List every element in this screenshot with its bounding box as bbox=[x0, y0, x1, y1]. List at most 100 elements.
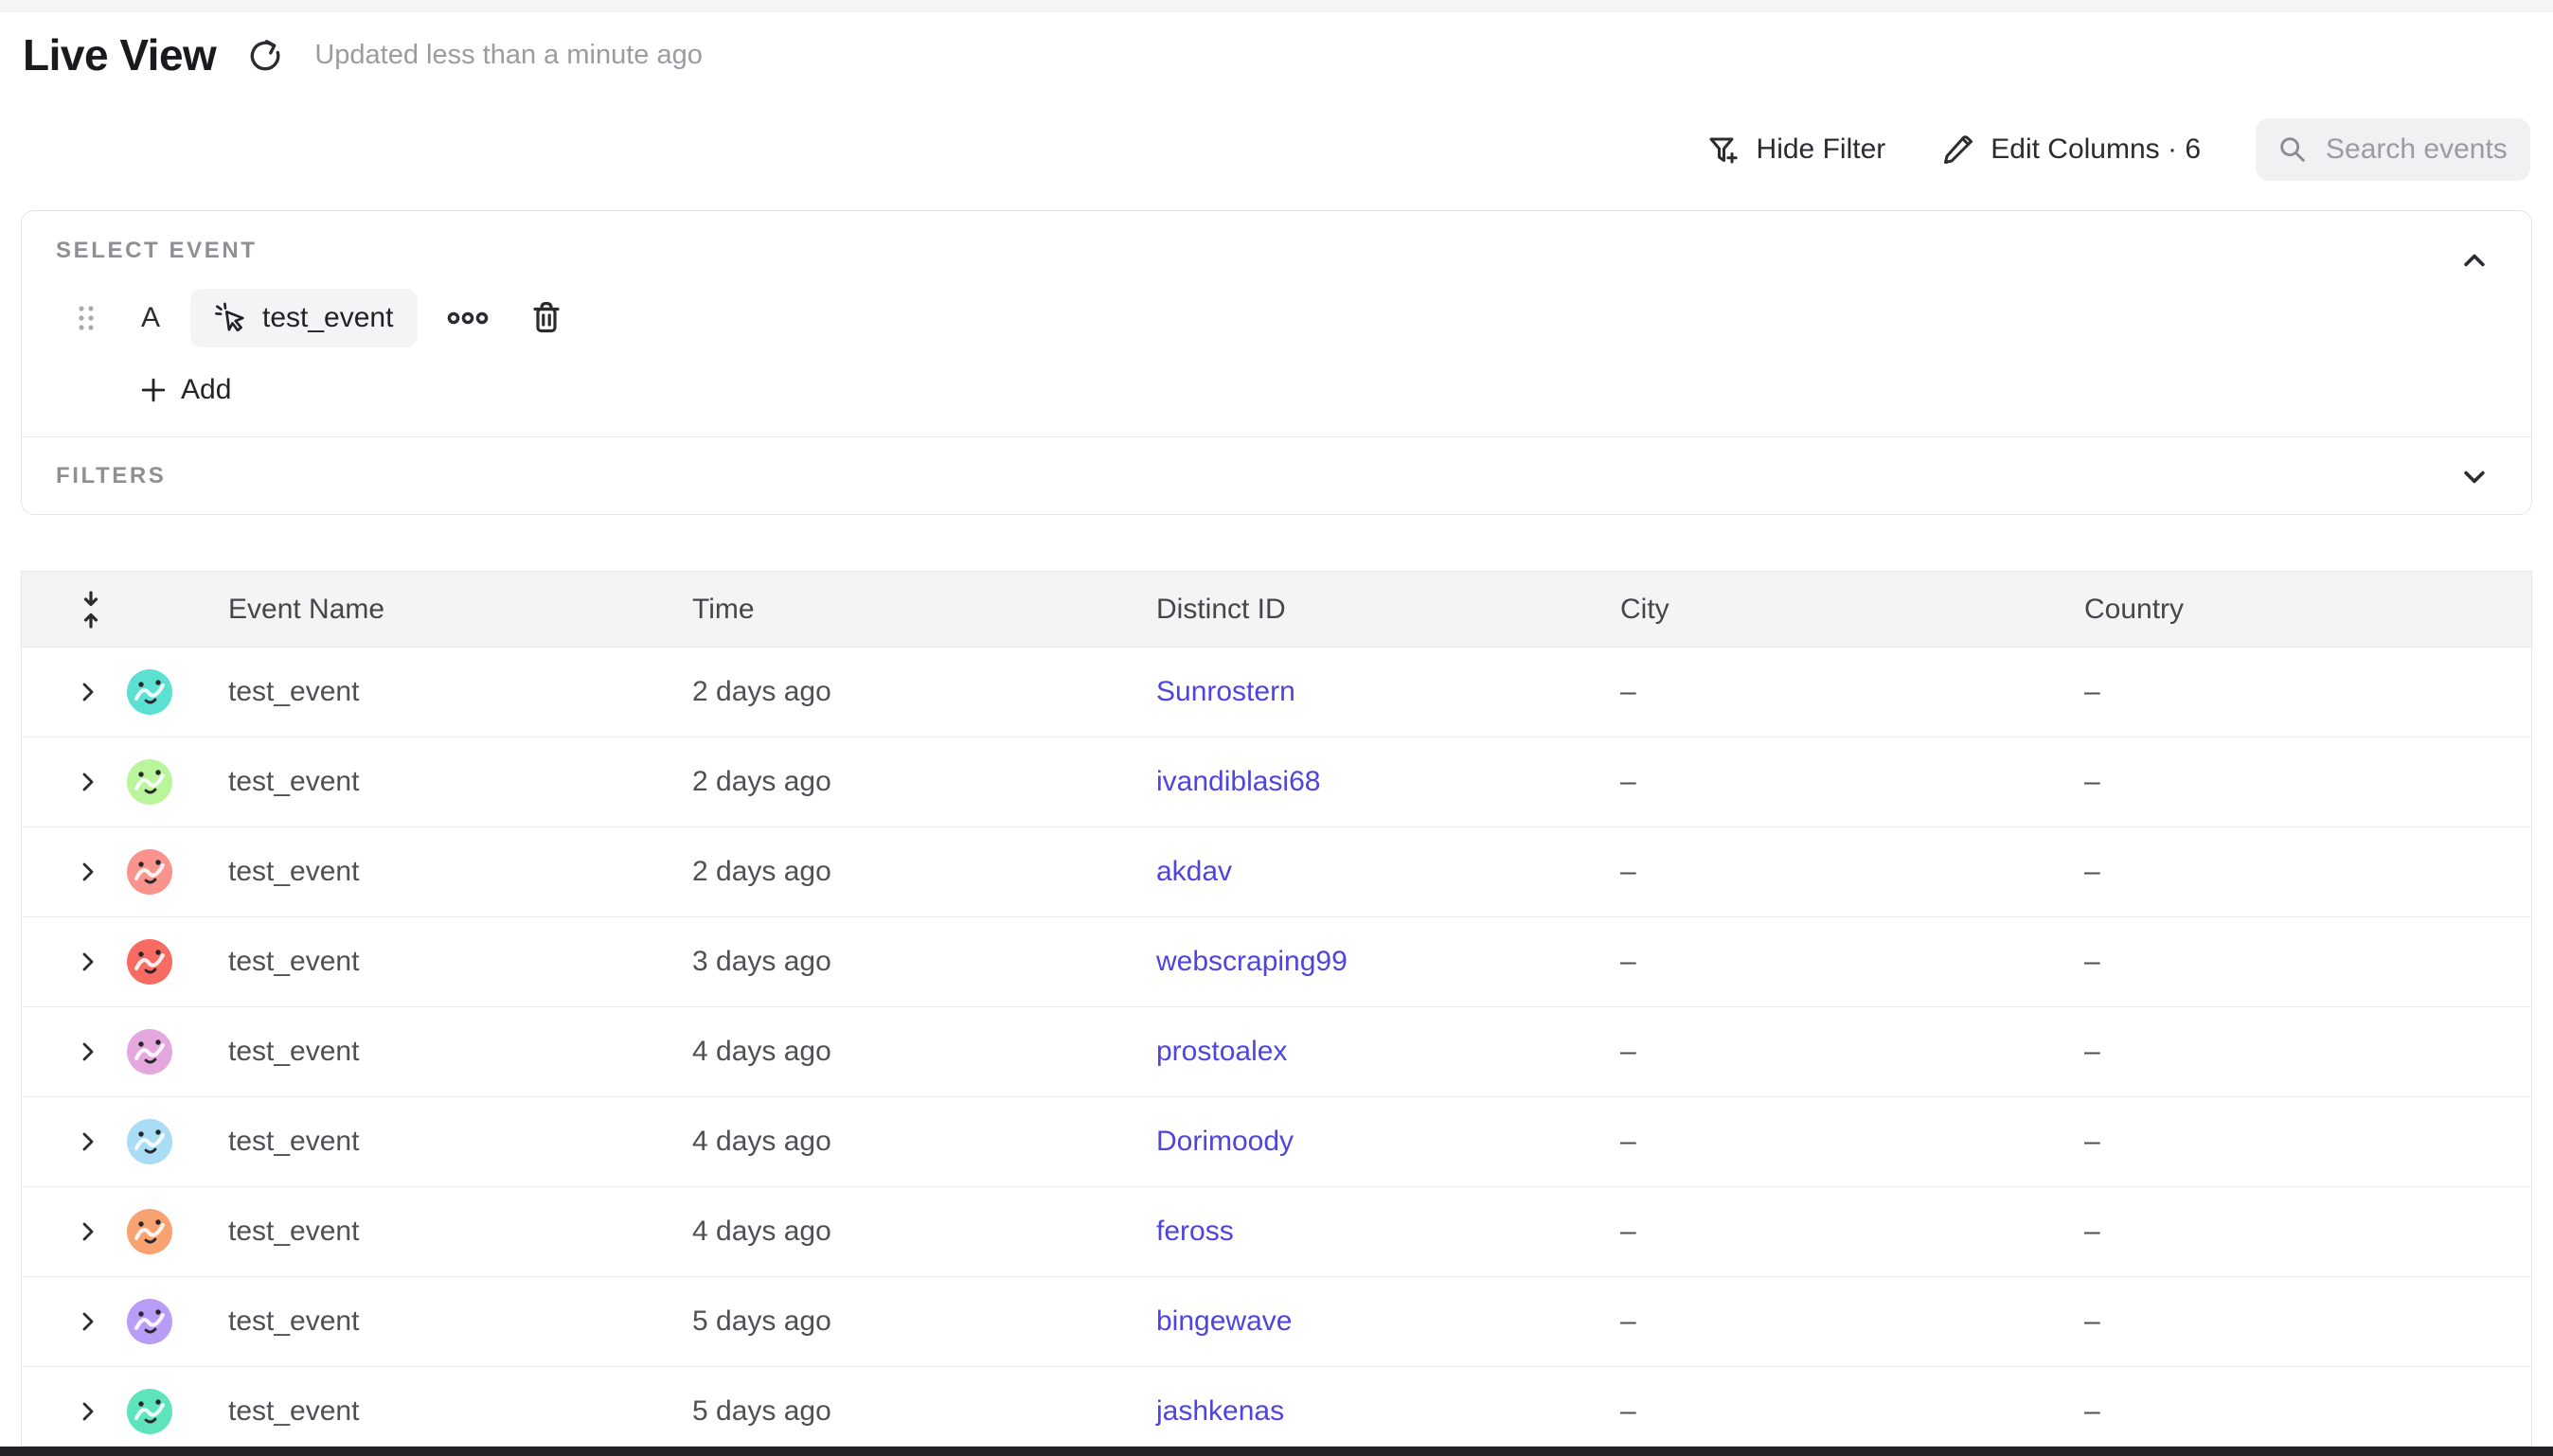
event-name-cell: test_event bbox=[228, 1126, 692, 1158]
distinct-id-link[interactable]: akdav bbox=[1156, 856, 1232, 887]
hide-filter-button[interactable]: Hide Filter bbox=[1706, 133, 1886, 167]
country-cell: – bbox=[2084, 766, 2531, 798]
distinct-id-link[interactable]: ivandiblasi68 bbox=[1156, 766, 1320, 797]
event-time-cell: 2 days ago bbox=[692, 676, 1156, 708]
filters-section[interactable]: FILTERS bbox=[22, 436, 2531, 514]
column-header-distinct[interactable]: Distinct ID bbox=[1156, 594, 1620, 626]
expand-filters-button[interactable] bbox=[2459, 462, 2490, 492]
chevron-right-icon bbox=[77, 681, 99, 703]
expand-row-button[interactable] bbox=[77, 1400, 99, 1423]
edit-columns-button[interactable]: Edit Columns · 6 bbox=[1940, 133, 2201, 167]
event-name-cell: test_event bbox=[228, 1036, 692, 1068]
user-avatar bbox=[127, 759, 172, 805]
expand-row-button[interactable] bbox=[77, 861, 99, 883]
country-cell: – bbox=[2084, 676, 2531, 708]
chevron-right-icon bbox=[77, 1220, 99, 1243]
expand-row-button[interactable] bbox=[77, 1310, 99, 1333]
query-builder-card: SELECT EVENT A bbox=[21, 210, 2532, 515]
collapse-all-button[interactable] bbox=[77, 590, 105, 630]
table-row[interactable]: test_event 3 days ago webscraping99 – – bbox=[22, 917, 2531, 1007]
event-query-row: A test_event bbox=[56, 289, 2531, 347]
column-header-city[interactable]: City bbox=[1620, 594, 2084, 626]
distinct-id-link[interactable]: feross bbox=[1156, 1216, 1234, 1247]
distinct-id-link[interactable]: Sunrostern bbox=[1156, 676, 1295, 707]
user-avatar bbox=[127, 1299, 172, 1344]
table-body: test_event 2 days ago Sunrostern – – bbox=[22, 648, 2531, 1447]
distinct-id-link[interactable]: prostoalex bbox=[1156, 1036, 1287, 1067]
bottom-scrollbar[interactable] bbox=[0, 1447, 2553, 1456]
country-cell: – bbox=[2084, 856, 2531, 888]
chevron-right-icon bbox=[77, 861, 99, 883]
chevron-right-icon bbox=[77, 1130, 99, 1153]
event-time-cell: 4 days ago bbox=[692, 1126, 1156, 1158]
ellipsis-icon bbox=[446, 303, 490, 333]
hide-filter-label: Hide Filter bbox=[1757, 133, 1886, 166]
table-row[interactable]: test_event 5 days ago bingewave – – bbox=[22, 1277, 2531, 1367]
table-row[interactable]: test_event 2 days ago Sunrostern – – bbox=[22, 648, 2531, 737]
search-events-box[interactable] bbox=[2256, 118, 2530, 181]
distinct-id-link[interactable]: jashkenas bbox=[1156, 1395, 1284, 1427]
event-time-cell: 5 days ago bbox=[692, 1395, 1156, 1428]
delete-event-button[interactable] bbox=[529, 300, 563, 336]
expand-row-button[interactable] bbox=[77, 1040, 99, 1063]
select-event-section: SELECT EVENT A bbox=[22, 211, 2531, 436]
event-more-options-button[interactable] bbox=[446, 303, 490, 333]
event-name-cell: test_event bbox=[228, 1216, 692, 1248]
user-avatar bbox=[127, 669, 172, 715]
series-letter: A bbox=[139, 302, 162, 334]
city-cell: – bbox=[1620, 766, 2084, 798]
event-name-cell: test_event bbox=[228, 1305, 692, 1338]
drag-handle-icon[interactable] bbox=[75, 299, 98, 337]
city-cell: – bbox=[1620, 1395, 2084, 1428]
country-cell: – bbox=[2084, 946, 2531, 978]
table-row[interactable]: test_event 2 days ago akdav – – bbox=[22, 827, 2531, 917]
distinct-id-link[interactable]: bingewave bbox=[1156, 1305, 1292, 1337]
chevron-right-icon bbox=[77, 1310, 99, 1333]
expand-row-button[interactable] bbox=[77, 771, 99, 793]
column-header-event[interactable]: Event Name bbox=[228, 594, 692, 626]
table-header-row: Event Name Time Distinct ID City Country bbox=[22, 572, 2531, 648]
search-icon bbox=[2276, 133, 2309, 166]
table-row[interactable]: test_event 5 days ago jashkenas – – bbox=[22, 1367, 2531, 1447]
page-header: Live View Updated less than a minute ago bbox=[23, 25, 703, 85]
event-time-cell: 5 days ago bbox=[692, 1305, 1156, 1338]
country-cell: – bbox=[2084, 1126, 2531, 1158]
column-header-time[interactable]: Time bbox=[692, 594, 1156, 626]
add-event-button[interactable]: Add bbox=[139, 374, 231, 406]
event-name-cell: test_event bbox=[228, 676, 692, 708]
chevron-right-icon bbox=[77, 1400, 99, 1423]
expand-row-button[interactable] bbox=[77, 950, 99, 973]
expand-row-button[interactable] bbox=[77, 681, 99, 703]
city-cell: – bbox=[1620, 946, 2084, 978]
filter-plus-icon bbox=[1706, 133, 1741, 167]
refresh-button[interactable] bbox=[244, 34, 286, 76]
event-time-cell: 4 days ago bbox=[692, 1036, 1156, 1068]
distinct-id-link[interactable]: webscraping99 bbox=[1156, 946, 1348, 977]
event-time-cell: 3 days ago bbox=[692, 946, 1156, 978]
column-header-country[interactable]: Country bbox=[2084, 594, 2531, 626]
city-cell: – bbox=[1620, 856, 2084, 888]
city-cell: – bbox=[1620, 1126, 2084, 1158]
user-avatar bbox=[127, 939, 172, 985]
table-row[interactable]: test_event 4 days ago prostoalex – – bbox=[22, 1007, 2531, 1097]
user-avatar bbox=[127, 1029, 172, 1074]
distinct-id-link[interactable]: Dorimoody bbox=[1156, 1126, 1294, 1157]
user-avatar bbox=[127, 1119, 172, 1164]
table-row[interactable]: test_event 4 days ago feross – – bbox=[22, 1187, 2531, 1277]
expand-row-button[interactable] bbox=[77, 1130, 99, 1153]
city-cell: – bbox=[1620, 1036, 2084, 1068]
country-cell: – bbox=[2084, 1305, 2531, 1338]
add-row: Add bbox=[56, 374, 2531, 406]
expand-row-button[interactable] bbox=[77, 1220, 99, 1243]
table-row[interactable]: test_event 4 days ago Dorimoody – – bbox=[22, 1097, 2531, 1187]
refresh-icon bbox=[247, 37, 283, 73]
event-name-cell: test_event bbox=[228, 1395, 692, 1428]
search-events-input[interactable] bbox=[2326, 133, 2509, 166]
event-time-cell: 2 days ago bbox=[692, 766, 1156, 798]
window-top-strip bbox=[0, 0, 2553, 12]
collapse-section-button[interactable] bbox=[2459, 245, 2490, 275]
selected-event-button[interactable]: test_event bbox=[190, 289, 418, 347]
table-row[interactable]: test_event 2 days ago ivandiblasi68 – – bbox=[22, 737, 2531, 827]
chevron-right-icon bbox=[77, 771, 99, 793]
select-event-label: SELECT EVENT bbox=[56, 238, 2531, 264]
